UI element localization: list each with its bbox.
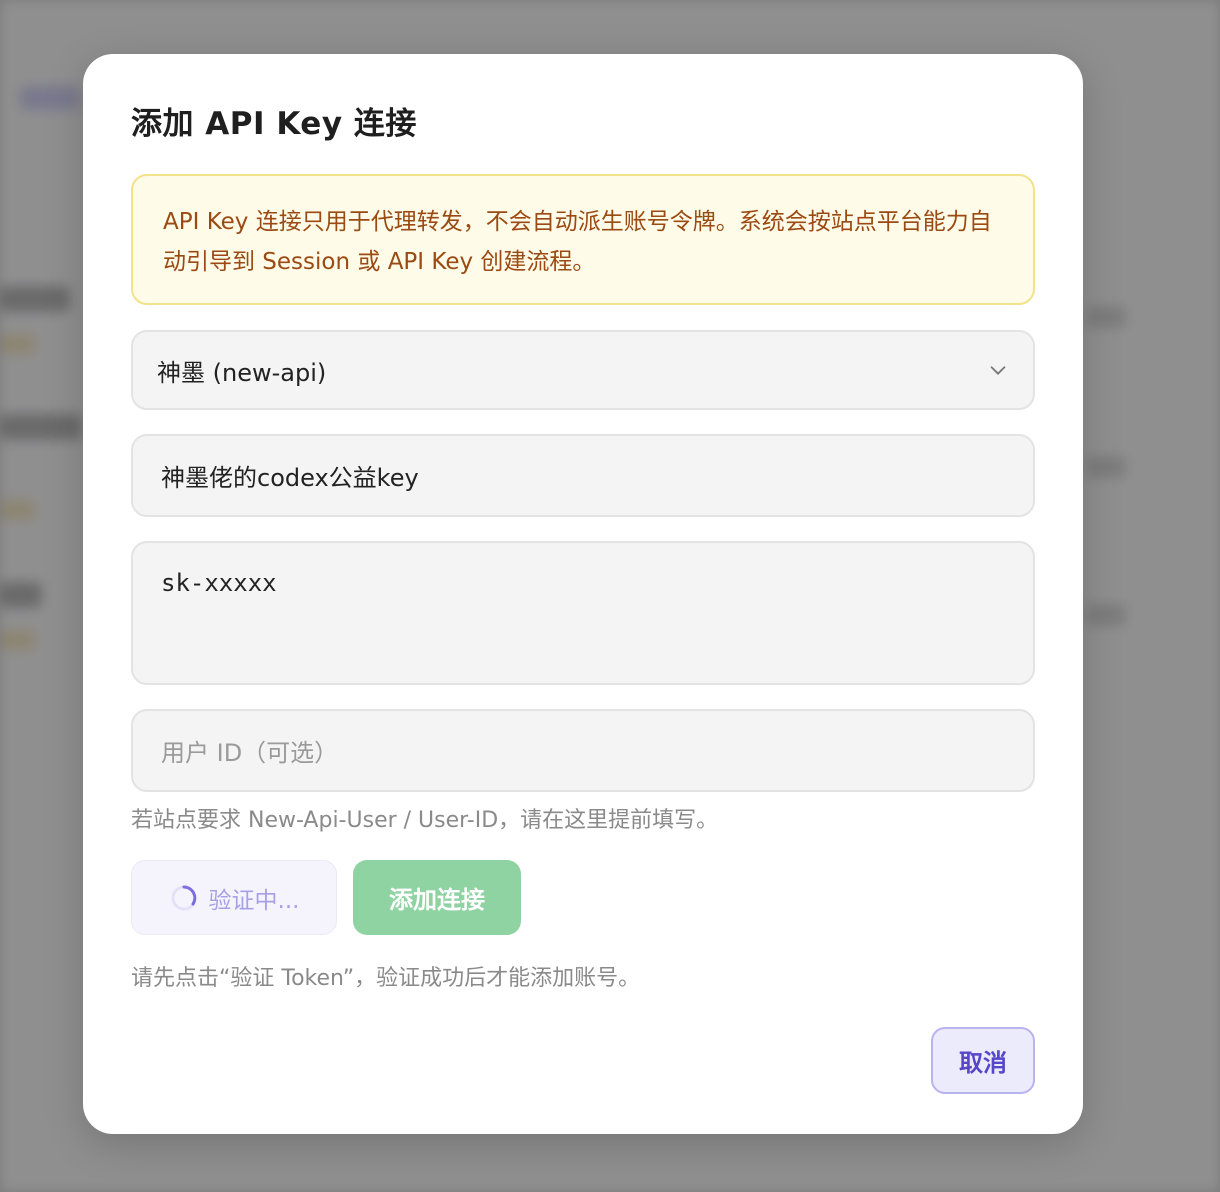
- cancel-button-label: 取消: [959, 1049, 1007, 1077]
- dialog-title: 添加 API Key 连接: [131, 106, 417, 142]
- add-connection-label: 添加连接: [389, 886, 485, 914]
- user-id-hint: 若站点要求 New-Api-User / User-ID，请在这里提前填写。: [131, 808, 719, 833]
- connection-name-input[interactable]: 神墨佬的codex公益key: [131, 434, 1035, 517]
- connection-name-value: 神墨佬的codex公益key: [161, 464, 419, 492]
- user-id-placeholder: 用户 ID（可选）: [161, 739, 339, 767]
- site-select[interactable]: 神墨 (new-api): [131, 330, 1035, 410]
- chevron-down-icon: [990, 366, 1006, 375]
- info-notice: API Key 连接只用于代理转发，不会自动派生账号令牌。系统会按站点平台能力自…: [131, 174, 1035, 305]
- api-key-textarea[interactable]: sk-xxxxx: [131, 541, 1035, 685]
- user-id-input[interactable]: 用户 ID（可选）: [131, 709, 1035, 792]
- verify-button-label: 验证中...: [208, 887, 300, 914]
- add-api-key-dialog: 添加 API Key 连接 API Key 连接只用于代理转发，不会自动派生账号…: [83, 54, 1083, 1134]
- verify-button[interactable]: 验证中...: [131, 860, 337, 935]
- api-key-value: sk-xxxxx: [161, 569, 277, 597]
- add-connection-button[interactable]: 添加连接: [353, 860, 521, 935]
- verify-hint: 请先点击“验证 Token”，验证成功后才能添加账号。: [131, 966, 641, 991]
- site-select-value: 神墨 (new-api): [157, 358, 327, 387]
- spinner-icon: [171, 885, 197, 910]
- cancel-button[interactable]: 取消: [931, 1027, 1035, 1094]
